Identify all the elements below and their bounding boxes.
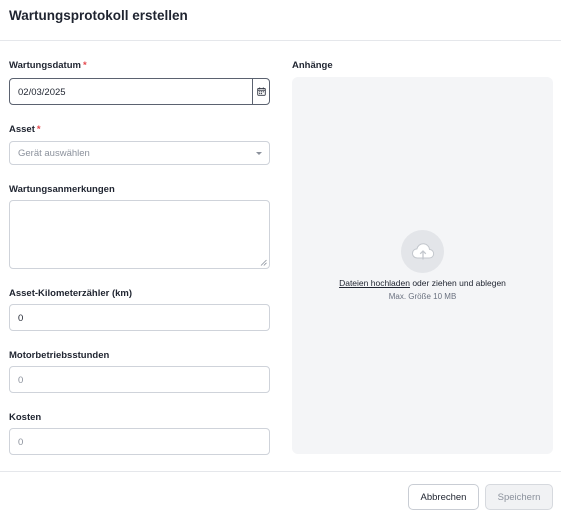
dialog-header: Wartungsprotokoll erstellen (0, 0, 561, 41)
save-button[interactable]: Speichern (485, 484, 553, 510)
asset-label-text: Asset (9, 124, 35, 135)
cost-label: Kosten (9, 412, 42, 423)
dialog-title: Wartungsprotokoll erstellen (9, 8, 188, 23)
asset-label: Asset * (9, 124, 41, 135)
cost-input[interactable]: 0 (9, 428, 270, 455)
odometer-label: Asset-Kilometerzähler (km) (9, 288, 133, 299)
attachments-label: Anhänge (292, 60, 333, 71)
engine-hours-label: Motorbetriebsstunden (9, 350, 110, 361)
asset-placeholder: Gerät auswählen (18, 148, 90, 159)
upload-instruction: Dateien hochladen oder ziehen und ablege… (292, 278, 553, 288)
date-required-mark: * (82, 60, 87, 71)
cost-placeholder: 0 (18, 437, 24, 448)
date-input[interactable]: 02/03/2025 (9, 78, 270, 105)
engine-hours-input[interactable]: 0 (9, 366, 270, 393)
max-size-hint: Max. Größe 10 MB (388, 292, 457, 301)
cloud-upload-icon (411, 242, 434, 259)
date-label-text: Wartungsdatum (9, 60, 81, 71)
upload-icon-circle[interactable] (401, 230, 444, 273)
resize-handle-icon[interactable] (260, 259, 267, 266)
notes-textarea[interactable] (9, 200, 270, 269)
engine-hours-placeholder: 0 (18, 375, 24, 386)
chevron-down-icon (256, 152, 262, 155)
calendar-button[interactable] (252, 79, 269, 104)
odometer-value: 0 (18, 313, 24, 324)
attachments-dropzone[interactable]: Dateien hochladen oder ziehen und ablege… (292, 77, 553, 454)
date-value: 02/03/2025 (18, 87, 66, 98)
date-label: Wartungsdatum * (9, 60, 87, 71)
odometer-input[interactable]: 0 (9, 304, 270, 331)
notes-label: Wartungsanmerkungen (9, 184, 115, 195)
create-maintenance-log-dialog: Wartungsprotokoll erstellen Wartungsdatu… (0, 0, 561, 516)
calendar-icon (256, 87, 266, 96)
dialog-footer: Abbrechen Speichern (0, 471, 561, 516)
asset-required-mark: * (36, 124, 41, 135)
upload-instruction-suffix: oder ziehen und ablegen (409, 278, 506, 288)
upload-files-link[interactable]: Dateien hochladen (339, 278, 410, 288)
asset-select[interactable]: Gerät auswählen (9, 141, 270, 165)
cancel-button[interactable]: Abbrechen (408, 484, 479, 510)
